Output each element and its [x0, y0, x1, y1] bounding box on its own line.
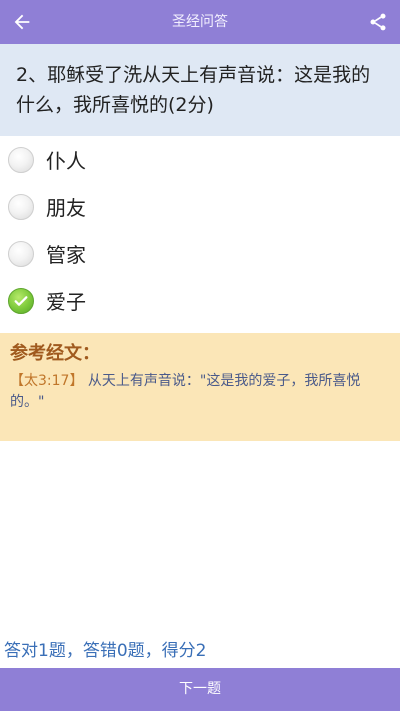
page-title: 圣经问答 — [172, 14, 228, 30]
radio-unchecked-icon[interactable] — [8, 240, 34, 267]
app-screen: 圣经问答 2、耶稣受了洗从天上有声音说：这是我的什么，我所喜悦的(2分) 仆人 … — [0, 0, 400, 711]
option-3[interactable]: 管家 — [0, 230, 400, 277]
option-label: 仆人 — [46, 149, 86, 173]
radio-checked-icon[interactable] — [8, 287, 34, 314]
reference-panel: 参考经文： 【太3:17】 从天上有声音说："这是我的爱子，我所喜悦的。" — [0, 333, 400, 441]
next-question-button[interactable]: 下一题 — [0, 668, 400, 711]
option-label: 爱子 — [46, 290, 86, 314]
top-bar: 圣经问答 — [0, 0, 400, 44]
score-summary: 答对1题，答错0题，得分2 — [4, 641, 207, 661]
arrow-left-icon — [14, 14, 30, 30]
reference-heading: 参考经文： — [10, 343, 100, 364]
back-button[interactable] — [0, 0, 44, 44]
option-label: 朋友 — [46, 196, 86, 220]
reference-text: 【太3:17】 从天上有声音说："这是我的爱子，我所喜悦的。" — [10, 371, 392, 413]
radio-unchecked-icon[interactable] — [8, 193, 34, 220]
checkmark-icon — [14, 295, 28, 306]
answer-options: 仆人 朋友 管家 爱子 — [0, 136, 400, 324]
radio-unchecked-icon[interactable] — [8, 146, 34, 173]
option-label: 管家 — [46, 243, 86, 267]
share-button[interactable] — [356, 0, 400, 44]
share-icon — [370, 13, 386, 31]
option-2[interactable]: 朋友 — [0, 183, 400, 230]
reference-citation: 【太3:17】 — [10, 373, 84, 389]
option-4[interactable]: 爱子 — [0, 277, 400, 324]
question-text: 2、耶稣受了洗从天上有声音说：这是我的什么，我所喜悦的(2分) — [0, 44, 400, 136]
option-1[interactable]: 仆人 — [0, 136, 400, 183]
